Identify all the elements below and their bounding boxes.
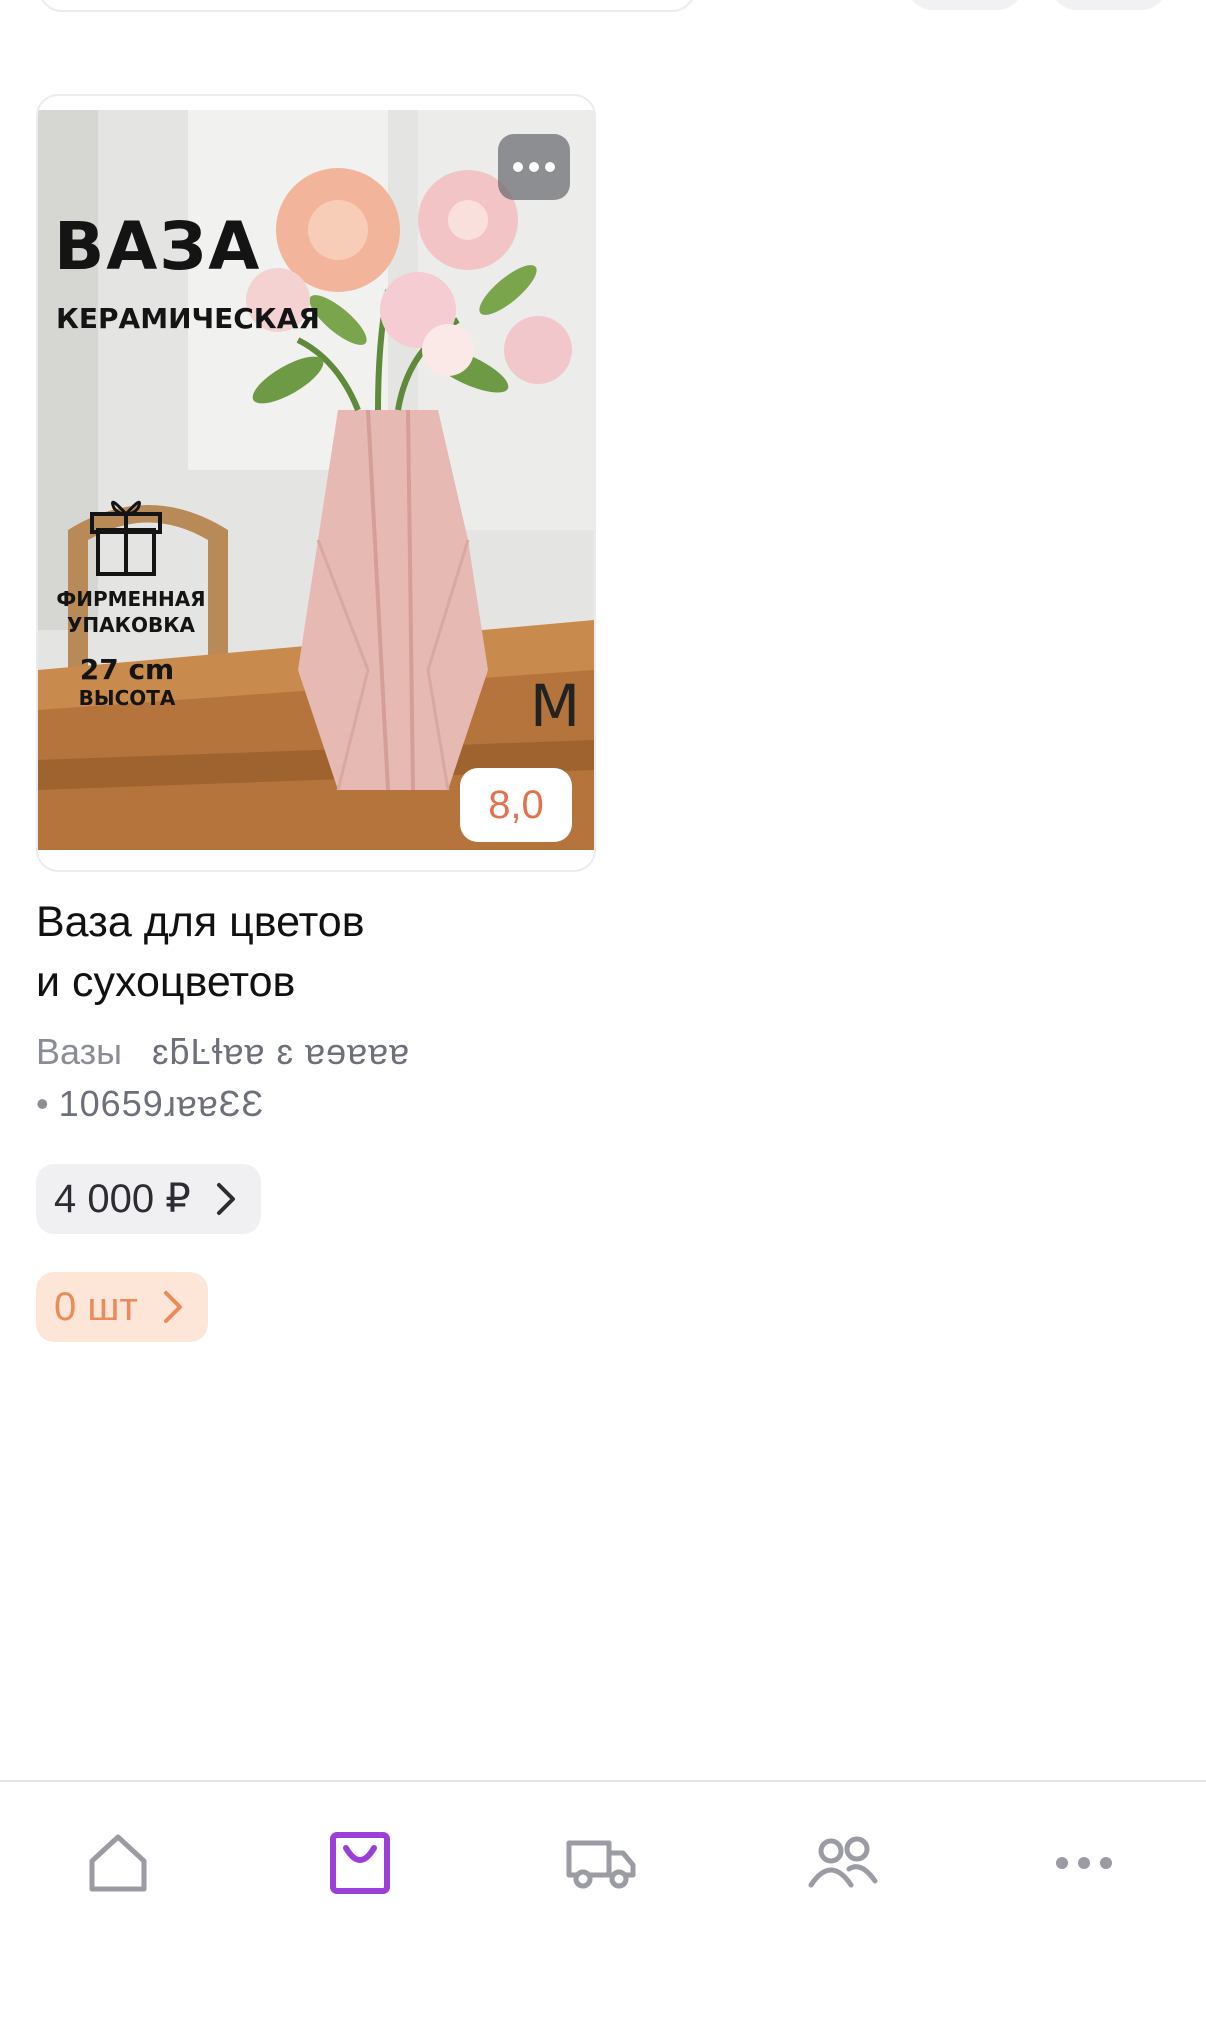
chevron-right-icon <box>216 1183 235 1215</box>
bullet: • <box>36 1083 49 1124</box>
rating-badge: 8,0 <box>460 768 572 842</box>
product-category: Вазы <box>36 1031 123 1072</box>
nav-item-deliveries[interactable] <box>541 1818 661 1908</box>
image-caption-packaging: ФИРМЕННАЯ УПАКОВКА <box>56 587 206 637</box>
truck-icon <box>566 1840 636 1889</box>
nav-item-clients[interactable] <box>783 1818 903 1908</box>
price-value: 4 000 ₽ <box>54 1177 191 1221</box>
nav-item-home[interactable] <box>58 1818 178 1908</box>
more-dot-icon <box>513 162 523 172</box>
chevron-right-icon <box>163 1291 182 1323</box>
search-field-fragment[interactable] <box>38 0 696 12</box>
product-meta: Вазы ɛƃĿɬɐɐ ɛ ɐɘɐɐɐ • 10659ɹɐɐƐƐ <box>36 1026 556 1130</box>
top-button-fragment[interactable] <box>906 0 1024 10</box>
home-icon <box>89 1834 147 1892</box>
product-image[interactable]: ВАЗА КЕРАМИЧЕСКАЯ ФИРМЕННАЯ УПАКОВКА 27 … <box>38 110 594 850</box>
product-title-line: и сухоцветов <box>36 958 296 1006</box>
image-caption-height: 27 cm ВЫСОТА <box>78 653 176 711</box>
quantity-value: 0 шт <box>54 1284 138 1329</box>
product-article: 10659ɹɐɐƐƐ <box>58 1083 265 1124</box>
nav-item-more[interactable] <box>1024 1818 1144 1908</box>
image-caption-title: ВАЗА <box>54 208 262 285</box>
product-title[interactable]: Ваза для цветов и сухоцветов <box>36 892 556 1012</box>
image-caption-subtitle: КЕРАМИЧЕСКАЯ <box>56 302 320 335</box>
product-title-line: Ваза для цветов <box>36 898 365 946</box>
top-button-fragment[interactable] <box>1050 0 1168 10</box>
more-icon <box>1056 1857 1112 1869</box>
product-card[interactable]: ВАЗА КЕРАМИЧЕСКАЯ ФИРМЕННАЯ УПАКОВКА 27 … <box>36 94 596 872</box>
nav-item-catalog[interactable] <box>300 1818 420 1908</box>
quantity-button[interactable]: 0 шт <box>36 1272 208 1342</box>
bottom-navigation <box>0 1780 1206 2033</box>
more-options-button[interactable] <box>498 134 570 200</box>
more-dot-icon <box>545 162 555 172</box>
more-dot-icon <box>529 162 539 172</box>
people-icon <box>808 1836 878 1888</box>
brand-logo: M <box>529 672 580 740</box>
shopping-bag-icon <box>330 1832 390 1894</box>
seller-name-obscured: ɛƃĿɬɐɐ ɛ ɐɘɐɐɐ <box>152 1031 411 1072</box>
price-button[interactable]: 4 000 ₽ <box>36 1164 261 1234</box>
